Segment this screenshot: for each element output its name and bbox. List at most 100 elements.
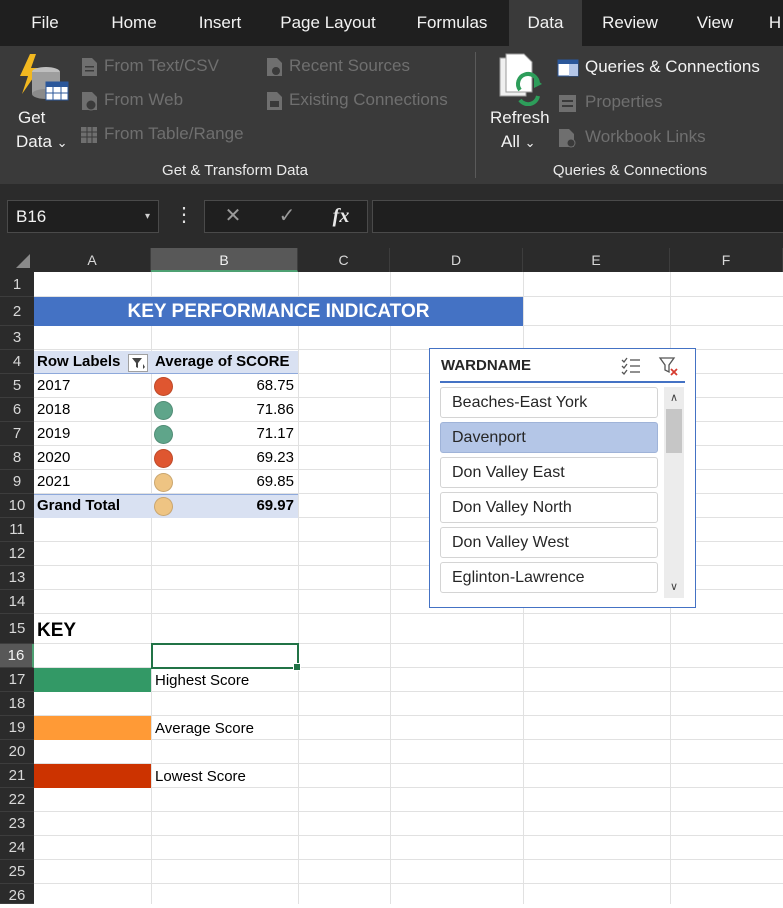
row-header[interactable]: 21: [0, 764, 34, 788]
recent-sources-icon: [265, 57, 283, 77]
get-data-button[interactable]: Get Data ⌄: [10, 52, 72, 152]
slicer-item[interactable]: Davenport: [440, 422, 658, 453]
row-header[interactable]: 4: [0, 350, 34, 374]
column-header-b[interactable]: B: [151, 248, 298, 272]
insert-function-icon[interactable]: fx: [321, 201, 361, 232]
tab-home[interactable]: Home: [98, 0, 170, 46]
gridline: [34, 811, 783, 812]
pivot-row-value: 71.17: [256, 425, 294, 442]
refresh-icon: [499, 53, 542, 106]
cancel-icon[interactable]: ✕: [213, 201, 253, 232]
recent-sources-button[interactable]: Recent Sources: [265, 56, 410, 77]
clear-filter-icon[interactable]: [658, 355, 680, 377]
row-header[interactable]: 8: [0, 446, 34, 470]
row-header[interactable]: 26: [0, 884, 34, 904]
more-options-icon[interactable]: ⋮: [174, 200, 194, 233]
enter-icon[interactable]: ✓: [267, 201, 307, 232]
table-icon: [80, 125, 98, 145]
pivot-row-value: 69.23: [256, 449, 294, 466]
queries-connections-button[interactable]: Queries & Connections: [557, 57, 760, 78]
row-header[interactable]: 7: [0, 422, 34, 446]
row-header[interactable]: 12: [0, 542, 34, 566]
row-header[interactable]: 25: [0, 860, 34, 884]
row-header[interactable]: 6: [0, 398, 34, 422]
existing-connections-button[interactable]: Existing Connections: [265, 90, 448, 111]
row-header[interactable]: 5: [0, 374, 34, 398]
row-header[interactable]: 11: [0, 518, 34, 542]
properties-button[interactable]: Properties: [557, 92, 662, 113]
active-cell-b16[interactable]: [151, 643, 301, 671]
ribbon-tab-bar: File Home Insert Page Layout Formulas Da…: [0, 0, 783, 46]
row-header[interactable]: 24: [0, 836, 34, 860]
row-header[interactable]: 14: [0, 590, 34, 614]
row-header[interactable]: 23: [0, 812, 34, 836]
filter-icon: [132, 358, 145, 369]
ribbon-group-separator: [475, 52, 476, 178]
slicer-item[interactable]: Don Valley East: [440, 457, 658, 488]
tab-file[interactable]: File: [17, 0, 73, 46]
workbook-links-button[interactable]: Workbook Links: [557, 127, 706, 148]
slicer-item[interactable]: Eglinton-Lawrence: [440, 562, 658, 593]
tab-insert[interactable]: Insert: [185, 0, 255, 46]
row-header[interactable]: 2: [0, 297, 34, 326]
tab-formulas[interactable]: Formulas: [404, 0, 500, 46]
get-transform-group-label: Get & Transform Data: [162, 162, 308, 179]
pivot-row-label: 2021: [37, 473, 71, 490]
row-header[interactable]: 10: [0, 494, 34, 518]
tab-view[interactable]: View: [686, 0, 744, 46]
dropdown-arrow-icon[interactable]: ▾: [145, 201, 150, 232]
key-label-lowest: Lowest Score: [155, 768, 246, 785]
column-header-a[interactable]: A: [34, 248, 151, 272]
from-web-button[interactable]: From Web: [80, 90, 183, 111]
slicer-item[interactable]: Don Valley North: [440, 492, 658, 523]
tab-review[interactable]: Review: [594, 0, 666, 46]
name-box-value: B16: [16, 207, 47, 226]
pivot-row-labels-header: Row Labels: [37, 353, 121, 370]
tab-data[interactable]: Data: [509, 0, 582, 46]
from-text-csv-button[interactable]: From Text/CSV: [80, 56, 219, 77]
get-data-label-2: Data ⌄: [16, 132, 68, 151]
slicer-item[interactable]: Beaches-East York: [440, 387, 658, 418]
name-box[interactable]: B16 ▾: [7, 200, 159, 233]
row-header[interactable]: 18: [0, 692, 34, 716]
pivot-row-value: 68.75: [256, 377, 294, 394]
pivot-value-header: Average of SCORE: [155, 353, 290, 370]
select-all-corner[interactable]: [0, 248, 34, 272]
worksheet: A B C D E F 1 2 3 4 5 6 7 8 9 10 11 12 1…: [0, 248, 783, 904]
tab-help-partial[interactable]: H: [765, 0, 783, 46]
slicer-scrollbar[interactable]: ∧ ∨: [664, 387, 684, 598]
row-header[interactable]: 3: [0, 326, 34, 350]
row-header[interactable]: 16: [0, 644, 34, 668]
gridline: [34, 859, 783, 860]
scroll-up-icon[interactable]: ∧: [664, 389, 684, 407]
refresh-all-button[interactable]: Refresh All ⌄: [486, 52, 552, 156]
column-header-d[interactable]: D: [390, 248, 523, 272]
tab-page-layout[interactable]: Page Layout: [271, 0, 385, 46]
queries-group-label: Queries & Connections: [552, 162, 708, 179]
get-data-label: Get: [18, 108, 46, 127]
slicer-title: WARDNAME: [441, 357, 531, 374]
row-header[interactable]: 20: [0, 740, 34, 764]
multi-select-icon[interactable]: [620, 355, 642, 377]
get-data-icon: [20, 54, 69, 101]
scroll-down-icon[interactable]: ∨: [664, 578, 684, 596]
existing-connections-icon: [265, 91, 283, 111]
row-header[interactable]: 1: [0, 272, 34, 297]
formula-input[interactable]: [372, 200, 783, 233]
row-header[interactable]: 19: [0, 716, 34, 740]
text-file-icon: [80, 57, 98, 77]
row-header[interactable]: 22: [0, 788, 34, 812]
row-header[interactable]: 15: [0, 614, 34, 644]
from-table-range-button[interactable]: From Table/Range: [80, 124, 244, 145]
row-header[interactable]: 9: [0, 470, 34, 494]
row-header[interactable]: 13: [0, 566, 34, 590]
filter-button[interactable]: [128, 354, 148, 372]
row-header[interactable]: 17: [0, 668, 34, 692]
pivot-row-label: 2017: [37, 377, 71, 394]
column-header-e[interactable]: E: [523, 248, 670, 272]
column-header-f[interactable]: F: [670, 248, 783, 272]
scroll-thumb[interactable]: [666, 409, 682, 453]
key-swatch-average: [34, 716, 151, 740]
column-header-c[interactable]: C: [298, 248, 390, 272]
slicer-item[interactable]: Don Valley West: [440, 527, 658, 558]
